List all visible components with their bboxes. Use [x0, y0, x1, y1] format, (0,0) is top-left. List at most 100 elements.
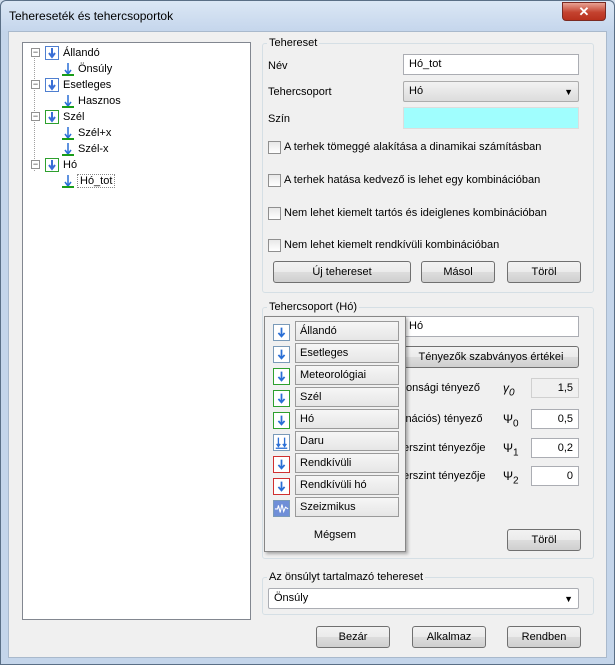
- frequent-factor-label: erszint tényezője: [403, 442, 486, 454]
- collapse-icon[interactable]: −: [31, 112, 40, 121]
- loadcase-name-input[interactable]: Hó_tot: [403, 54, 579, 75]
- close-window-button[interactable]: ✕: [562, 2, 606, 21]
- menu-item-szeizmikus[interactable]: Szeizmikus: [270, 497, 400, 519]
- snow-load-icon: [273, 412, 290, 429]
- chevron-down-icon: ▼: [564, 594, 573, 604]
- combination-factor-label: inációs) tényező: [403, 413, 483, 425]
- option-mass-conversion[interactable]: A terhek tömeggé alakítása a dinamikai s…: [268, 140, 541, 154]
- seismic-icon: [273, 500, 290, 517]
- psi-1-input[interactable]: 0,2: [531, 438, 579, 458]
- option-not-leading-persistent[interactable]: Nem lehet kiemelt tartós és ideiglenes k…: [268, 206, 547, 220]
- selfweight-loadcase-select[interactable]: Önsúly ▼: [268, 588, 579, 609]
- color-swatch[interactable]: [403, 107, 579, 129]
- delete-loadgroup-button[interactable]: Töröl: [507, 529, 581, 551]
- menu-item-label: Hó: [295, 409, 399, 429]
- tree-label: Önsúly: [78, 63, 113, 75]
- collapse-icon[interactable]: −: [31, 48, 40, 57]
- menu-item-esetleges[interactable]: Esetleges: [270, 343, 400, 365]
- menu-item-label: Rendkívüli: [295, 453, 399, 473]
- new-loadcase-button[interactable]: Új tehereset: [273, 261, 411, 283]
- menu-item-szel[interactable]: Szél: [270, 387, 400, 409]
- option-label: A terhek hatása kedvező is lehet egy kom…: [284, 174, 541, 186]
- menu-item-label: Meteorológiai: [295, 365, 399, 385]
- loadgroup-name-input[interactable]: Hó: [403, 316, 579, 337]
- menu-item-label: Szél: [295, 387, 399, 407]
- dialog-window: Tehereseték és tehercsoportok ✕ − Álland…: [0, 0, 615, 665]
- selfweight-select-value: Önsúly: [274, 592, 309, 604]
- chevron-down-icon: ▼: [564, 87, 573, 97]
- psi-0-input[interactable]: 0,5: [531, 409, 579, 429]
- menu-item-label: Esetleges: [295, 343, 399, 363]
- tree-label-selected: Hó_tot: [76, 174, 116, 188]
- load-arrow-icon: [62, 63, 74, 77]
- delete-loadcase-button[interactable]: Töröl: [507, 261, 581, 283]
- gamma-0-field: 1,5: [531, 378, 579, 398]
- load-arrow-icon: [62, 175, 74, 189]
- option-label: A terhek tömeggé alakítása a dinamikai s…: [284, 141, 542, 153]
- tree-item-szel-plus-x[interactable]: Szél+x: [61, 125, 111, 141]
- selfweight-group-title: Az önsúlyt tartalmazó tehereset: [267, 571, 426, 583]
- checkbox[interactable]: [268, 173, 281, 187]
- tree-item-szel-minus-x[interactable]: Szél-x: [61, 141, 109, 157]
- loadgroup-select[interactable]: Hó ▼: [403, 81, 579, 102]
- checkbox[interactable]: [268, 140, 281, 154]
- ok-button[interactable]: Rendben: [507, 626, 581, 648]
- accidental-snow-load-icon: [273, 478, 290, 495]
- tree-item-ho-tot[interactable]: Hó_tot: [61, 173, 116, 189]
- permanent-load-icon: [273, 324, 290, 341]
- accidental-load-icon: [273, 456, 290, 473]
- name-label: Név: [268, 60, 288, 72]
- menu-item-rendkivuli-ho[interactable]: Rendkívüli hó: [270, 475, 400, 497]
- variable-load-icon: [45, 78, 59, 93]
- collapse-icon[interactable]: −: [31, 160, 40, 169]
- option-favourable[interactable]: A terhek hatása kedvező is lehet egy kom…: [268, 173, 540, 187]
- wind-load-icon: [273, 390, 290, 407]
- title-bar[interactable]: Tehereseték és tehercsoportok ✕: [1, 1, 614, 31]
- load-arrow-icon: [62, 95, 74, 109]
- close-button[interactable]: Bezár: [316, 626, 390, 648]
- load-arrow-icon: [62, 127, 74, 141]
- menu-item-allando[interactable]: Állandó: [270, 321, 400, 343]
- crane-load-icon: [273, 434, 290, 451]
- tree-label: Esetleges: [63, 79, 112, 91]
- menu-item-label: Állandó: [295, 321, 399, 341]
- permanent-load-icon: [45, 46, 59, 61]
- tree-label: Állandó: [63, 47, 100, 59]
- loadgroup-group-title: Tehercsoport (Hó): [267, 301, 360, 313]
- loadcase-group: Tehereset Név Hó_tot Tehercsoport Hó ▼ S…: [262, 37, 594, 293]
- quasi-permanent-factor-label: erszint tényezője: [403, 470, 486, 482]
- snow-load-icon: [45, 158, 59, 173]
- option-not-leading-accidental[interactable]: Nem lehet kiemelt rendkívüli kombinációb…: [268, 238, 499, 252]
- tree-item-onsuly[interactable]: Önsúly: [61, 61, 112, 77]
- variable-load-icon: [273, 346, 290, 363]
- loadgroup-select-value: Hó: [409, 85, 424, 97]
- checkbox[interactable]: [268, 238, 281, 252]
- menu-item-label: Daru: [295, 431, 399, 451]
- loadcase-tree[interactable]: − Állandó Önsúly − Esetleges Hasznos − S…: [22, 42, 251, 620]
- selfweight-group: Az önsúlyt tartalmazó tehereset Önsúly ▼: [262, 571, 594, 615]
- loadgroup-type-menu: Állandó Esetleges Meteorológiai Szél Hó …: [264, 316, 406, 552]
- meteorological-load-icon: [273, 368, 290, 385]
- menu-item-meteorologiai[interactable]: Meteorológiai: [270, 365, 400, 387]
- psi-2-input[interactable]: 0: [531, 466, 579, 486]
- loadcase-group-title: Tehereset: [267, 37, 320, 49]
- copy-loadcase-button[interactable]: Másol: [421, 261, 495, 283]
- psi-symbol: Ψ2: [503, 469, 519, 487]
- option-label: Nem lehet kiemelt rendkívüli kombinációb…: [284, 239, 500, 251]
- menu-item-rendkivuli[interactable]: Rendkívüli: [270, 453, 400, 475]
- psi-symbol: Ψ1: [503, 441, 519, 459]
- apply-button[interactable]: Alkalmaz: [412, 626, 486, 648]
- collapse-icon[interactable]: −: [31, 80, 40, 89]
- menu-cancel-item[interactable]: Mégsem: [270, 524, 400, 546]
- standard-factors-button[interactable]: Tényezők szabványos értékei: [403, 346, 579, 368]
- load-arrow-icon: [62, 143, 74, 157]
- gamma-symbol: γ0: [503, 381, 515, 399]
- option-label: Nem lehet kiemelt tartós és ideiglenes k…: [284, 207, 547, 219]
- tree-item-hasznos[interactable]: Hasznos: [61, 93, 121, 109]
- loadgroup-label: Tehercsoport: [268, 86, 332, 98]
- menu-item-ho[interactable]: Hó: [270, 409, 400, 431]
- menu-item-label: Szeizmikus: [295, 497, 399, 517]
- tree-label: Szél+x: [78, 127, 112, 139]
- checkbox[interactable]: [268, 206, 281, 220]
- menu-item-daru[interactable]: Daru: [270, 431, 400, 453]
